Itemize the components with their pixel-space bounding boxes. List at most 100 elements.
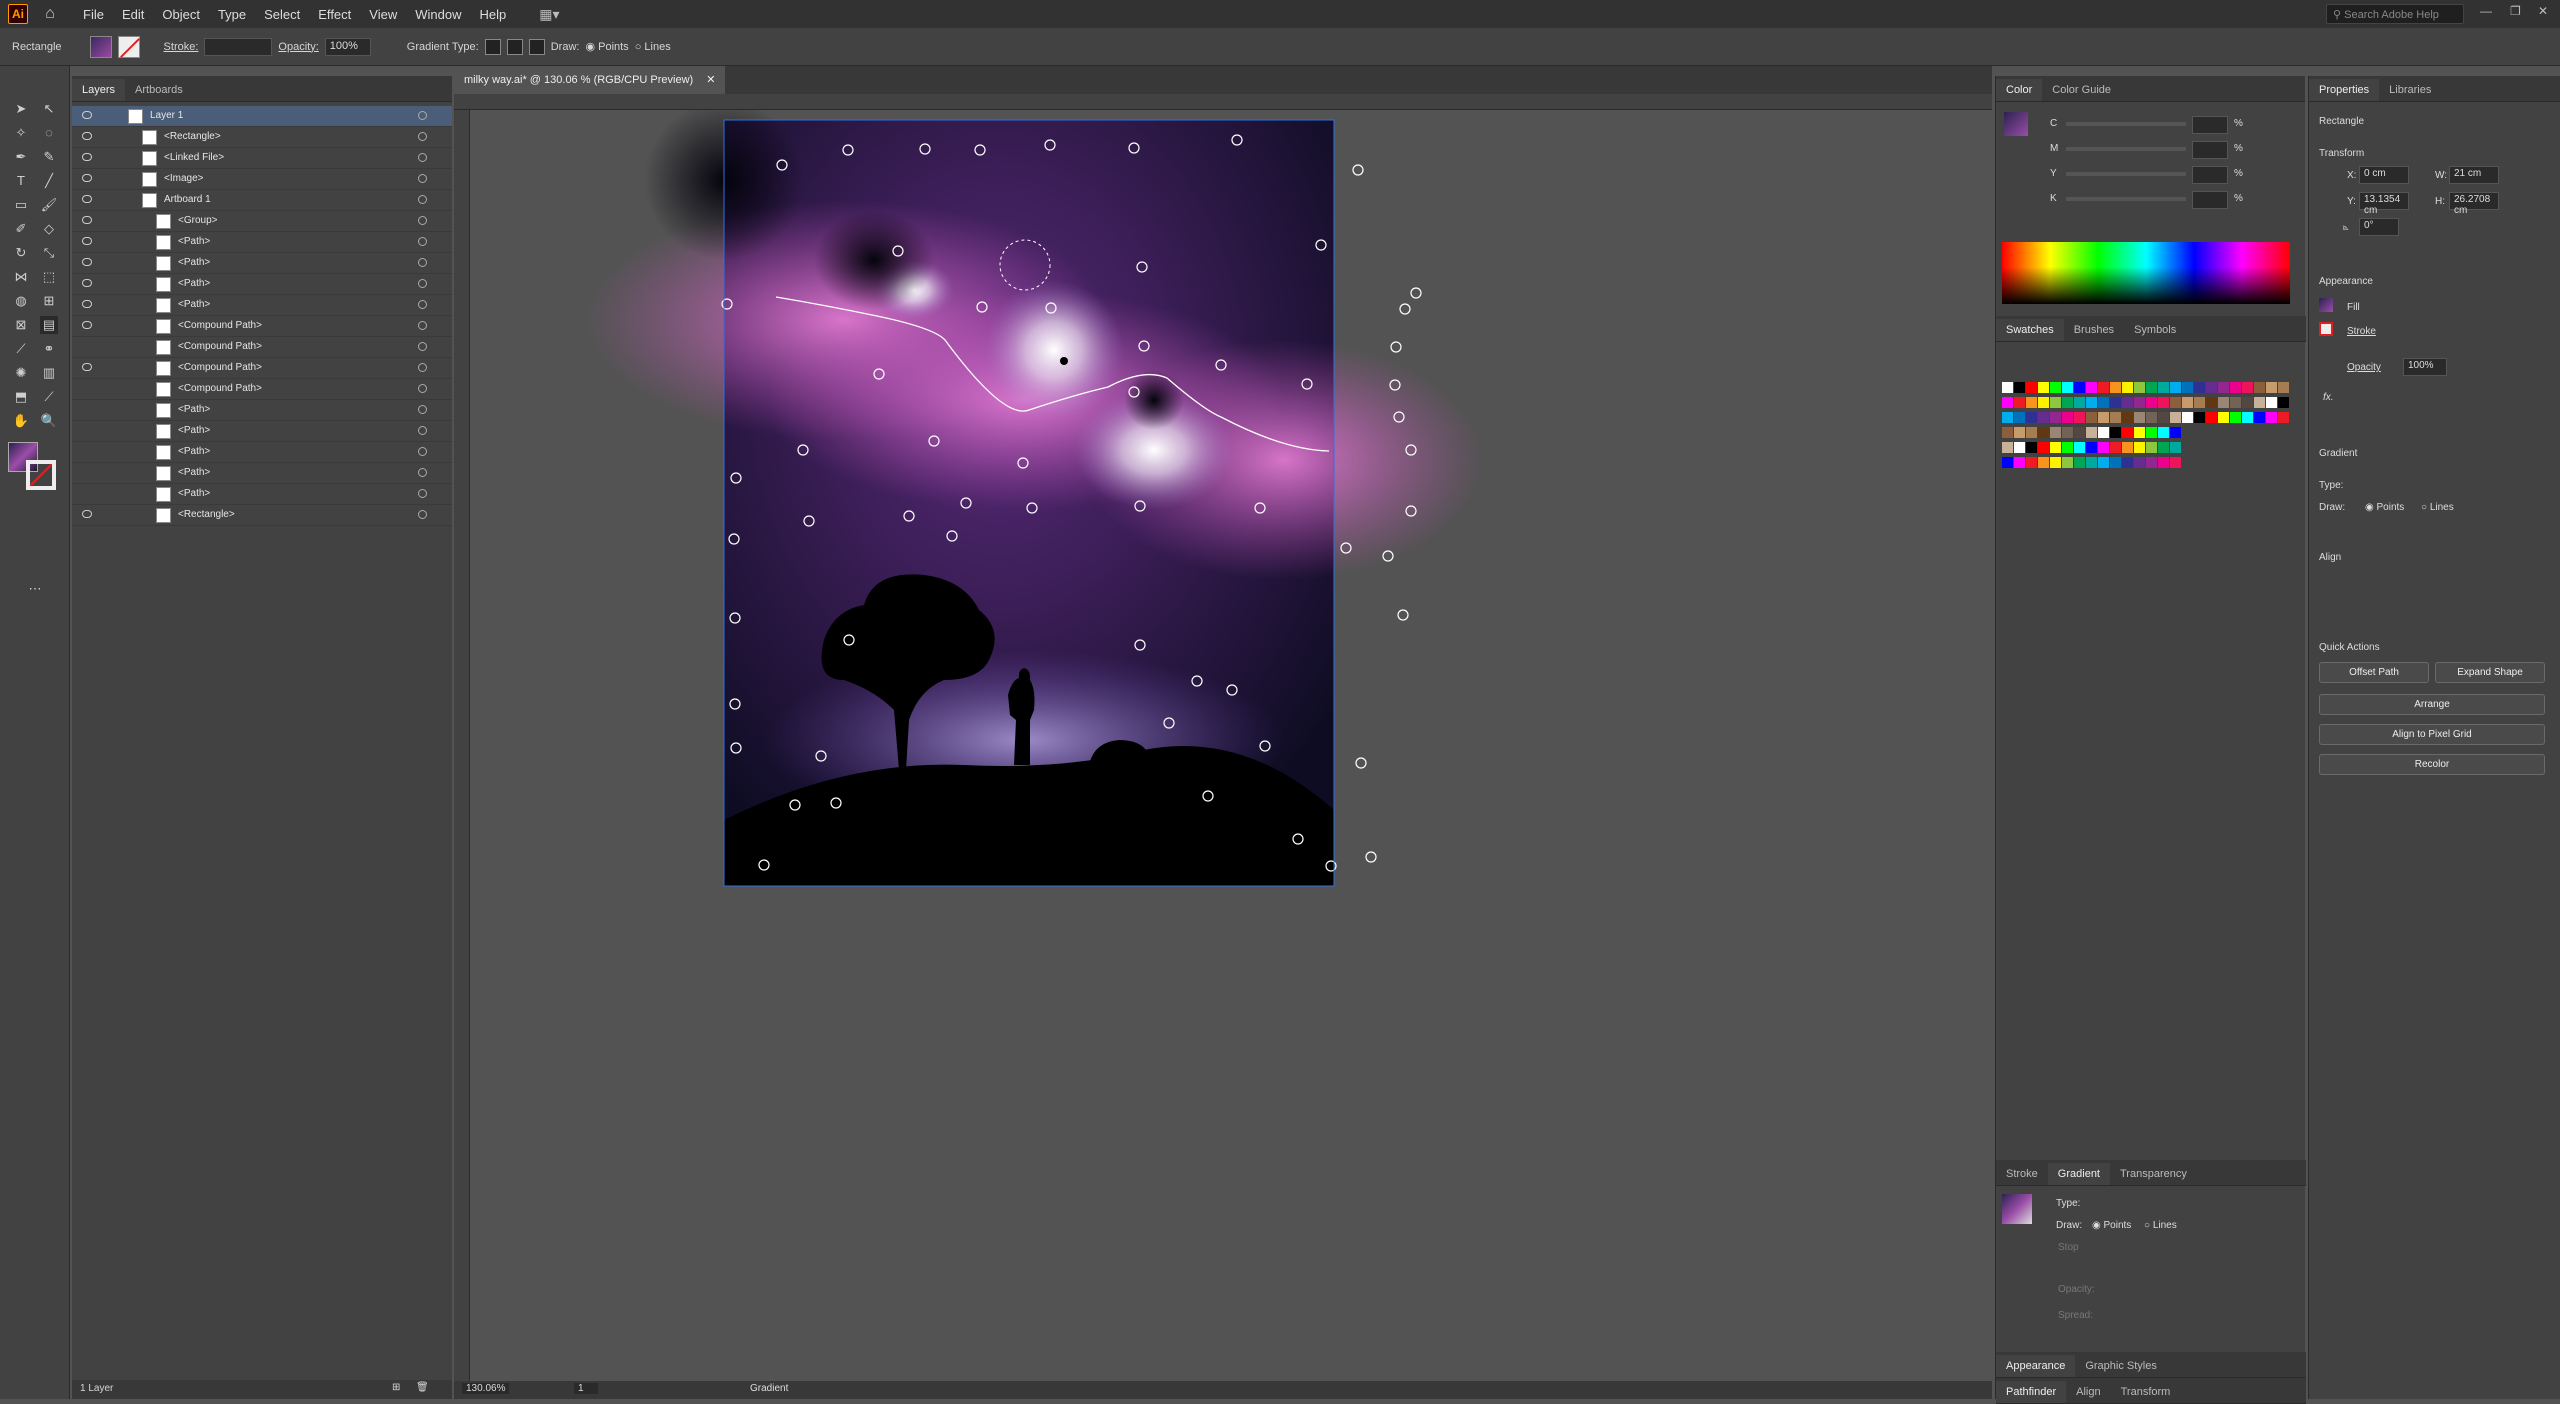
swatch[interactable] (2194, 412, 2205, 423)
eraser-tool-icon[interactable]: ◇ (40, 220, 58, 238)
h-field[interactable]: 26.2708 cm (2449, 192, 2499, 216)
swatch[interactable] (2062, 397, 2073, 408)
tab-gradient[interactable]: Gradient (2047, 1163, 2110, 1185)
swatch[interactable] (2110, 412, 2121, 423)
swatch[interactable] (2002, 382, 2013, 393)
target-circle-icon[interactable] (418, 489, 427, 498)
swatch[interactable] (2146, 397, 2157, 408)
swatch[interactable] (2014, 457, 2025, 468)
new-layer-icon[interactable]: ⊞ (392, 1382, 400, 1393)
swatch-grid[interactable] (2002, 382, 2292, 472)
swatch[interactable] (2062, 457, 2073, 468)
swatch[interactable] (2206, 397, 2217, 408)
visibility-eye-icon[interactable] (82, 111, 92, 119)
swatch[interactable] (2074, 457, 2085, 468)
swatch[interactable] (2038, 412, 2049, 423)
magic-wand-tool-icon[interactable]: ✧ (12, 124, 30, 142)
line-tool-icon[interactable]: ╱ (40, 172, 58, 190)
layer-row[interactable]: <Compound Path> (72, 358, 452, 379)
target-circle-icon[interactable] (418, 405, 427, 414)
swatch[interactable] (2122, 397, 2133, 408)
restore-icon[interactable]: ❐ (2510, 4, 2521, 18)
swatch[interactable] (2110, 382, 2121, 393)
tab-symbols[interactable]: Symbols (2124, 319, 2186, 341)
swatch[interactable] (2146, 412, 2157, 423)
vertical-ruler[interactable] (454, 110, 470, 1387)
swatch[interactable] (2170, 457, 2181, 468)
opacity-field[interactable]: 100% (324, 37, 371, 56)
swatch[interactable] (2050, 412, 2061, 423)
target-circle-icon[interactable] (418, 300, 427, 309)
color-panel-swatch[interactable] (2004, 112, 2028, 136)
lines-radio[interactable]: ○ Lines (635, 41, 671, 53)
color-spectrum[interactable] (2002, 242, 2290, 304)
channel-field[interactable] (2192, 166, 2228, 184)
close-tab-icon[interactable]: ✕ (706, 74, 715, 86)
tab-appearance[interactable]: Appearance (1996, 1355, 2076, 1377)
swatch[interactable] (2002, 457, 2013, 468)
target-circle-icon[interactable] (418, 384, 427, 393)
swatch[interactable] (2002, 427, 2013, 438)
swatch[interactable] (2230, 412, 2241, 423)
rotate-tool-icon[interactable]: ↻ (12, 244, 30, 262)
swatch[interactable] (2206, 412, 2217, 423)
channel-field[interactable] (2192, 116, 2228, 134)
tab-layers[interactable]: Layers (72, 79, 126, 101)
tab-transparency[interactable]: Transparency (2110, 1163, 2197, 1185)
swatch[interactable] (2146, 457, 2157, 468)
menu-select[interactable]: Select (255, 7, 309, 22)
menu-edit[interactable]: Edit (113, 7, 153, 22)
close-icon[interactable]: ✕ (2538, 4, 2548, 18)
target-circle-icon[interactable] (418, 258, 427, 267)
zoom-field[interactable]: 130.06% (462, 1383, 510, 1394)
target-circle-icon[interactable] (418, 468, 427, 477)
angle-field[interactable]: 0° (2359, 218, 2399, 236)
swatch[interactable] (2062, 412, 2073, 423)
tab-color-guide[interactable]: Color Guide (2042, 79, 2121, 101)
visibility-eye-icon[interactable] (82, 279, 92, 287)
stroke-swatch[interactable] (117, 35, 140, 58)
tab-brushes[interactable]: Brushes (2064, 319, 2124, 341)
y-field[interactable]: 13.1354 cm (2359, 192, 2409, 216)
color-stop-point[interactable] (1397, 609, 1409, 621)
swatch[interactable] (2014, 382, 2025, 393)
swatch[interactable] (2266, 412, 2277, 423)
delete-layer-icon[interactable]: 🗑 (416, 1382, 429, 1393)
selected-color-point[interactable] (1060, 357, 1068, 365)
recolor-button[interactable]: Recolor (2319, 754, 2545, 775)
swatch[interactable] (2050, 397, 2061, 408)
color-stop-point[interactable] (1399, 303, 1411, 315)
artboard-number-field[interactable]: 1 (574, 1383, 598, 1394)
eyedropper-tool-icon[interactable]: ⟋ (12, 340, 30, 358)
artboard[interactable] (454, 94, 1992, 1387)
swatch[interactable] (2014, 427, 2025, 438)
swatch[interactable] (2242, 397, 2253, 408)
visibility-eye-icon[interactable] (82, 132, 92, 140)
swatch[interactable] (2158, 397, 2169, 408)
document-tab[interactable]: milky way.ai* @ 130.06 % (RGB/CPU Previe… (454, 66, 726, 94)
swatch[interactable] (2230, 382, 2241, 393)
gradient-lines-radio[interactable]: ○ Lines (2144, 1220, 2177, 1231)
swatch[interactable] (2146, 442, 2157, 453)
menu-object[interactable]: Object (153, 7, 209, 22)
swatch[interactable] (2134, 427, 2145, 438)
swatch[interactable] (2050, 457, 2061, 468)
mesh-tool-icon[interactable]: ⊠ (12, 316, 30, 334)
edit-toolbar-icon[interactable]: ⋯ (26, 580, 44, 598)
target-circle-icon[interactable] (418, 153, 427, 162)
tab-stroke[interactable]: Stroke (1996, 1163, 2048, 1185)
lasso-tool-icon[interactable]: ◌ (40, 124, 58, 142)
swatch[interactable] (2086, 442, 2097, 453)
scale-tool-icon[interactable]: ⤡ (40, 244, 58, 262)
swatch[interactable] (2122, 457, 2133, 468)
swatch[interactable] (2074, 412, 2085, 423)
swatch[interactable] (2086, 412, 2097, 423)
visibility-eye-icon[interactable] (82, 510, 92, 518)
swatch[interactable] (2026, 457, 2037, 468)
swatch[interactable] (2026, 382, 2037, 393)
swatch[interactable] (2038, 427, 2049, 438)
w-field[interactable]: 21 cm (2449, 166, 2499, 184)
swatch[interactable] (2002, 412, 2013, 423)
stroke-label-properties[interactable]: Stroke (2347, 326, 2376, 337)
swatch[interactable] (2086, 397, 2097, 408)
